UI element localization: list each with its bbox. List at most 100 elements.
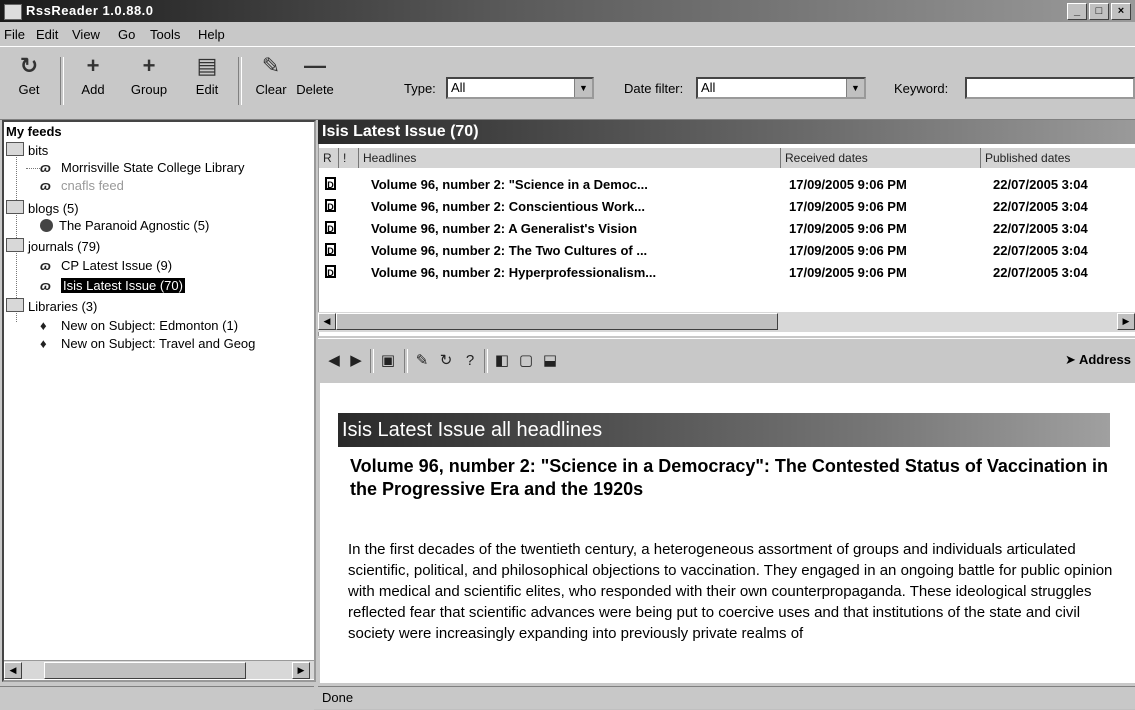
tree-group-bits[interactable]: bits xyxy=(6,142,48,158)
tree-root[interactable]: My feeds xyxy=(6,124,62,139)
document-icon: D xyxy=(325,243,336,256)
headline: Volume 96, number 2: Hyperprofessionalis… xyxy=(371,265,657,280)
subject-feed-icon: ♦ xyxy=(40,318,47,333)
maximize-button[interactable]: □ xyxy=(1089,3,1109,20)
document-icon: D xyxy=(325,177,336,190)
tree-feed-paranoid-agnostic[interactable]: The Paranoid Agnostic (5) xyxy=(40,218,209,233)
chevron-down-icon[interactable]: ▼ xyxy=(574,79,592,97)
back-icon[interactable]: ◀ xyxy=(324,351,344,371)
edit-button-label: Edit xyxy=(195,82,219,97)
tree-feed-travel[interactable]: ♦ New on Subject: Travel and Geog xyxy=(40,336,255,351)
column-headers: R ! Headlines Received dates Published d… xyxy=(319,148,1135,168)
help-icon[interactable]: ? xyxy=(460,351,480,371)
headline: Volume 96, number 2: A Generalist's Visi… xyxy=(371,221,638,236)
headlines-banner: Isis Latest Issue all headlines xyxy=(338,413,1110,447)
tree-connector xyxy=(26,168,40,169)
layout-full-icon[interactable]: ▢ xyxy=(516,351,536,371)
home-icon[interactable]: ▣ xyxy=(378,351,398,371)
window-controls: _ □ × xyxy=(1067,3,1131,20)
tree-feed-label-selected: Isis Latest Issue (70) xyxy=(61,278,185,293)
list-horizontal-scrollbar[interactable]: ◀ ▶ xyxy=(318,312,1135,332)
clear-button[interactable]: ✎ Clear xyxy=(246,51,296,111)
table-row[interactable]: D Volume 96, number 2: A Generalist's Vi… xyxy=(319,218,1135,240)
received-date: 17/09/2005 9:06 PM xyxy=(789,177,907,192)
add-button-label: Add xyxy=(81,82,105,97)
table-row[interactable]: D Volume 96, number 2: Hyperprofessional… xyxy=(319,262,1135,284)
scroll-right-icon[interactable]: ▶ xyxy=(1117,313,1135,330)
folder-icon xyxy=(6,200,24,214)
address-button[interactable]: ➤ Address xyxy=(1065,352,1131,368)
table-row[interactable]: D Volume 96, number 2: The Two Cultures … xyxy=(319,240,1135,262)
browser-toolbar: ◀ ▶ ▣ ✎ ↻ ? ◧ ▢ ⬓ ➤ Address xyxy=(318,338,1135,383)
tree-feed-label: Morrisville State College Library xyxy=(61,160,245,175)
menu-go[interactable]: Go xyxy=(118,27,135,42)
column-published-dates[interactable]: Published dates xyxy=(981,148,1135,168)
tree-feed-edmonton[interactable]: ♦ New on Subject: Edmonton (1) xyxy=(40,318,238,333)
table-row[interactable]: D Volume 96, number 2: Conscientious Wor… xyxy=(319,196,1135,218)
scroll-right-icon[interactable]: ▶ xyxy=(292,662,310,679)
edit-button[interactable]: ▤ Edit xyxy=(182,51,232,111)
main-toolbar: ↻ Get + Add + Group ▤ Edit ✎ Clear — Del… xyxy=(0,46,1135,120)
document-icon: D xyxy=(325,265,336,278)
received-date: 17/09/2005 9:06 PM xyxy=(789,243,907,258)
scrollbar-thumb[interactable] xyxy=(336,313,778,330)
document-icon: D xyxy=(325,199,336,212)
group-button-label: Group xyxy=(130,82,168,97)
menu-view[interactable]: View xyxy=(72,27,100,42)
keyword-input[interactable] xyxy=(965,77,1135,99)
arrow-icon: ➤ xyxy=(1064,352,1079,367)
layout-bottom-icon[interactable]: ⬓ xyxy=(540,351,560,371)
globe-icon xyxy=(40,219,53,232)
column-read[interactable]: R xyxy=(319,148,339,168)
rss-feed-icon: ɷ xyxy=(40,278,51,293)
type-select[interactable]: All ▼ xyxy=(446,77,594,99)
clear-icon: ✎ xyxy=(261,53,281,78)
column-priority[interactable]: ! xyxy=(339,148,359,168)
scrollbar-thumb[interactable] xyxy=(44,662,246,679)
date-filter-select[interactable]: All ▼ xyxy=(696,77,866,99)
add-button[interactable]: + Add xyxy=(68,51,118,111)
menu-tools[interactable]: Tools xyxy=(150,27,180,42)
status-bar-left xyxy=(0,686,314,710)
window-title: RssReader 1.0.88.0 xyxy=(26,3,154,18)
folder-icon xyxy=(6,238,24,252)
tree-group-blogs[interactable]: blogs (5) xyxy=(6,200,79,216)
layout-left-icon[interactable]: ◧ xyxy=(492,351,512,371)
column-received-dates[interactable]: Received dates xyxy=(781,148,981,168)
menu-help[interactable]: Help xyxy=(198,27,225,42)
refresh-icon[interactable]: ↻ xyxy=(436,351,456,371)
article-title[interactable]: Volume 96, number 2: "Science in a Democ… xyxy=(350,455,1120,501)
menu-edit[interactable]: Edit xyxy=(36,27,58,42)
forward-icon[interactable]: ▶ xyxy=(346,351,366,371)
group-button[interactable]: + Group xyxy=(124,51,174,111)
tree-group-libraries[interactable]: Libraries (3) xyxy=(6,298,97,314)
article-body: In the first decades of the twentieth ce… xyxy=(348,541,1113,642)
tree-feed-morrisville[interactable]: ɷ Morrisville State College Library xyxy=(40,160,245,175)
scroll-left-icon[interactable]: ◀ xyxy=(318,313,336,330)
rssreader-window: RssReader 1.0.88.0 _ □ × File Edit View … xyxy=(0,0,1135,710)
tree-feed-cp-latest[interactable]: ɷ CP Latest Issue (9) xyxy=(40,258,172,273)
delete-button[interactable]: — Delete xyxy=(290,51,340,111)
table-row[interactable]: D Volume 96, number 2: "Science in a Dem… xyxy=(319,174,1135,196)
mark-read-icon[interactable]: ✎ xyxy=(412,351,432,371)
title-bar[interactable]: RssReader 1.0.88.0 _ □ × xyxy=(0,0,1135,22)
close-button[interactable]: × xyxy=(1111,3,1131,20)
toolbar-separator xyxy=(238,57,242,105)
scroll-left-icon[interactable]: ◀ xyxy=(4,662,22,679)
tree-feed-cnafls[interactable]: ɷ cnafls feed xyxy=(40,178,124,193)
headline-list: R ! Headlines Received dates Published d… xyxy=(318,144,1135,336)
minimize-button[interactable]: _ xyxy=(1067,3,1087,20)
tree-feed-isis-latest[interactable]: ɷ Isis Latest Issue (70) xyxy=(40,278,185,293)
toolbar-separator xyxy=(370,349,374,373)
tree-group-journals[interactable]: journals (79) xyxy=(6,238,100,254)
chevron-down-icon[interactable]: ▼ xyxy=(846,79,864,97)
published-date: 22/07/2005 3:04 xyxy=(993,265,1088,280)
folder-icon xyxy=(6,298,24,312)
tree-horizontal-scrollbar[interactable]: ◀ ▶ xyxy=(4,660,314,679)
menu-file[interactable]: File xyxy=(4,27,25,42)
feeds-tree: My feeds bits ɷ Morrisville State College… xyxy=(2,120,316,682)
plus-icon: + xyxy=(142,53,156,78)
status-bar: Done xyxy=(318,686,1135,709)
column-headlines[interactable]: Headlines xyxy=(359,148,781,168)
get-button[interactable]: ↻ Get xyxy=(4,51,54,111)
